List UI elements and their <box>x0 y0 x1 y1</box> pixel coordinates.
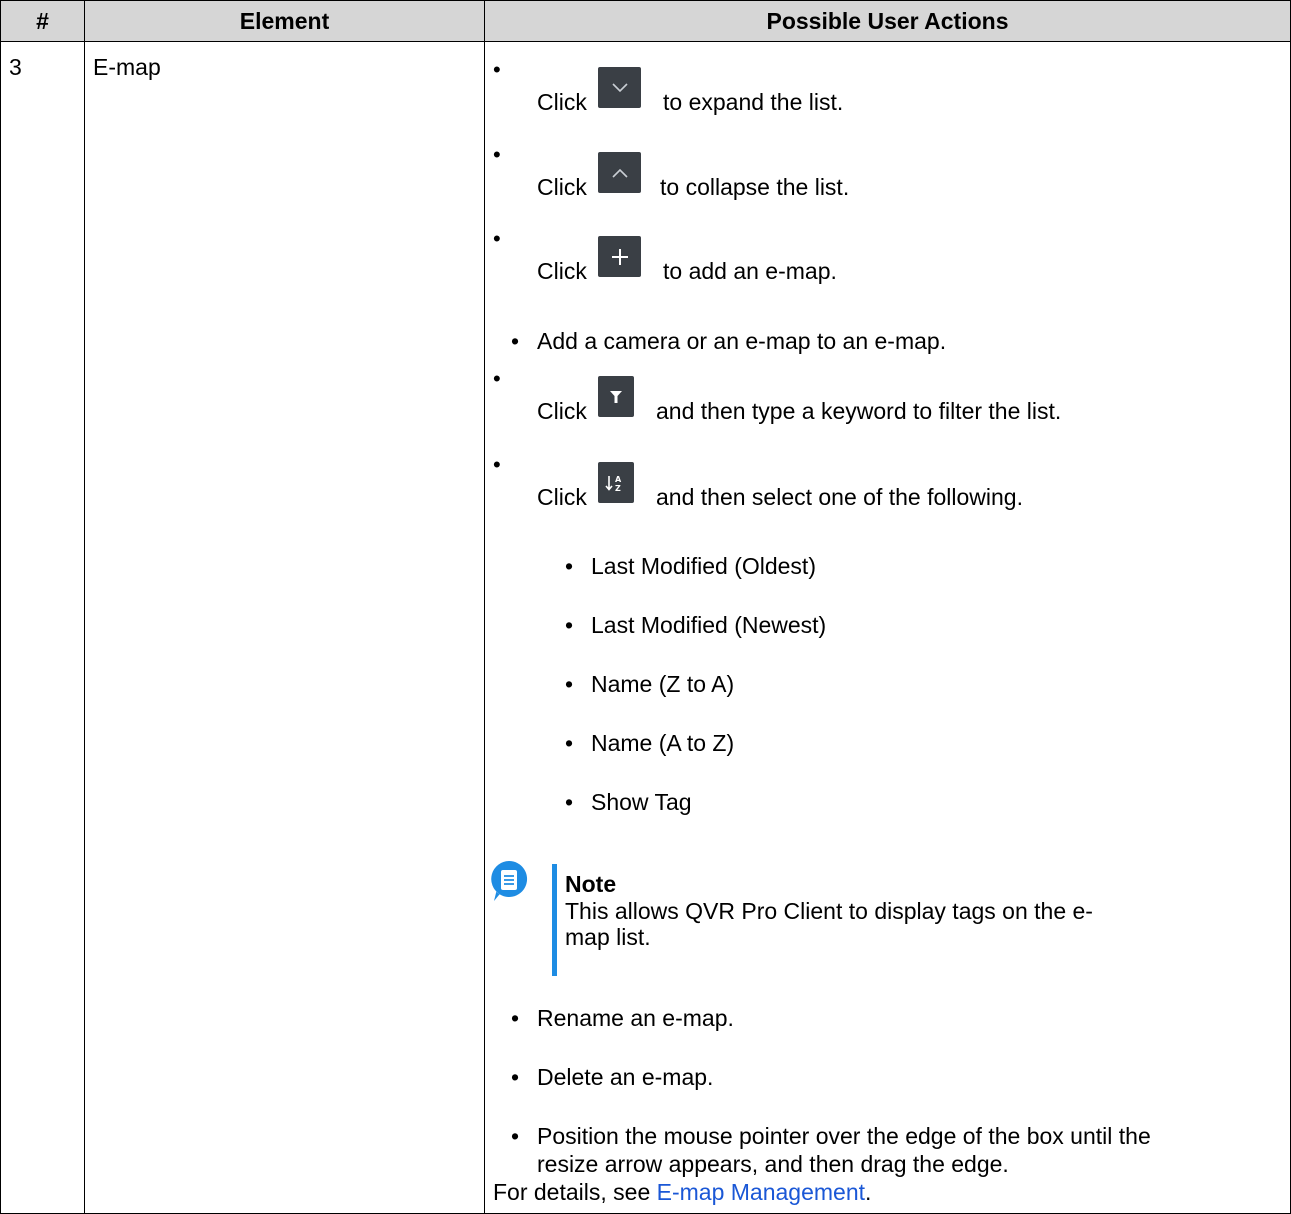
click-label: Click <box>537 89 587 115</box>
sort-option: • Name (A to Z) <box>565 729 734 757</box>
details-line: For details, see E-map Management. <box>493 1178 871 1206</box>
header-element: Element <box>84 0 485 42</box>
bullet: • <box>565 612 574 638</box>
delete-text: Delete an e-map. <box>537 1064 714 1090</box>
sort-option-label: Last Modified (Oldest) <box>591 553 816 579</box>
svg-text:A: A <box>615 475 622 484</box>
bullet: • <box>511 1005 520 1031</box>
header-row: # Element Possible User Actions <box>0 0 1291 42</box>
list-item: • Add a camera or an e-map to an e-map. <box>511 327 946 355</box>
sort-text: and then select one of the following. <box>656 484 1023 510</box>
bullet: • <box>493 57 501 82</box>
list-item: • Delete an e-map. <box>511 1063 713 1091</box>
details-suffix: . <box>865 1179 872 1205</box>
note-text: This allows QVR Pro Client to display ta… <box>565 898 1093 950</box>
table-row: 3 E-map • Click to expand the list. • Cl… <box>0 41 1291 1214</box>
bullet: • <box>511 1123 520 1149</box>
list-item: • Rename an e-map. <box>511 1004 734 1032</box>
emap-management-link[interactable]: E-map Management <box>657 1179 865 1205</box>
row-element: E-map <box>84 41 485 1214</box>
sort-option-label: Name (A to Z) <box>591 730 735 756</box>
svg-text:Z: Z <box>615 484 621 492</box>
header-actions: Possible User Actions <box>484 0 1291 42</box>
expand-text: to expand the list. <box>663 89 844 115</box>
click-label: Click <box>537 174 587 200</box>
bullet: • <box>565 671 574 697</box>
details-prefix: For details, see <box>493 1179 657 1205</box>
bullet: • <box>511 1064 520 1090</box>
bullet: • <box>493 366 501 391</box>
add-text: to add an e-map. <box>663 258 837 284</box>
bullet: • <box>493 142 501 167</box>
sort-option-label: Show Tag <box>591 789 692 815</box>
bullet: • <box>511 328 520 354</box>
bullet: • <box>565 553 574 579</box>
bullet: • <box>493 226 501 251</box>
add-camera-text: Add a camera or an e-map to an e-map. <box>537 328 947 354</box>
note-accent-bar <box>552 864 557 976</box>
sort-option: • Last Modified (Newest) <box>565 611 826 639</box>
click-label: Click <box>537 398 587 424</box>
click-label: Click <box>537 258 587 284</box>
note-icon <box>490 860 528 902</box>
chevron-up-icon[interactable] <box>598 152 641 193</box>
sort-option: • Name (Z to A) <box>565 670 734 698</box>
plus-icon[interactable] <box>598 236 641 277</box>
sort-option: • Last Modified (Oldest) <box>565 552 816 580</box>
row-number: 3 <box>0 41 85 1214</box>
resize-text-line1: Position the mouse pointer over the edge… <box>537 1123 1151 1149</box>
list-item: • Position the mouse pointer over the edg… <box>511 1122 1151 1150</box>
rename-text: Rename an e-map. <box>537 1005 734 1031</box>
sort-option: • Show Tag <box>565 788 692 816</box>
header-number: # <box>0 0 85 42</box>
sort-option-label: Last Modified (Newest) <box>591 612 827 638</box>
bullet: • <box>493 452 501 477</box>
sort-az-icon[interactable]: A Z <box>598 462 634 503</box>
filter-text: and then type a keyword to filter the li… <box>656 398 1062 424</box>
collapse-text: to collapse the list. <box>660 174 850 200</box>
note-title: Note <box>565 871 617 897</box>
bullet: • <box>565 789 574 815</box>
actions-table: # Element Possible User Actions 3 E-map … <box>0 0 1291 1214</box>
bullet: • <box>565 730 574 756</box>
filter-icon[interactable] <box>598 376 634 417</box>
sort-option-label: Name (Z to A) <box>591 671 735 697</box>
click-label: Click <box>537 484 587 510</box>
resize-text-line2: resize arrow appears, and then drag the … <box>537 1151 1009 1177</box>
row-actions: • Click to expand the list. • Click to c… <box>484 41 1291 1214</box>
chevron-down-icon[interactable] <box>598 67 641 108</box>
